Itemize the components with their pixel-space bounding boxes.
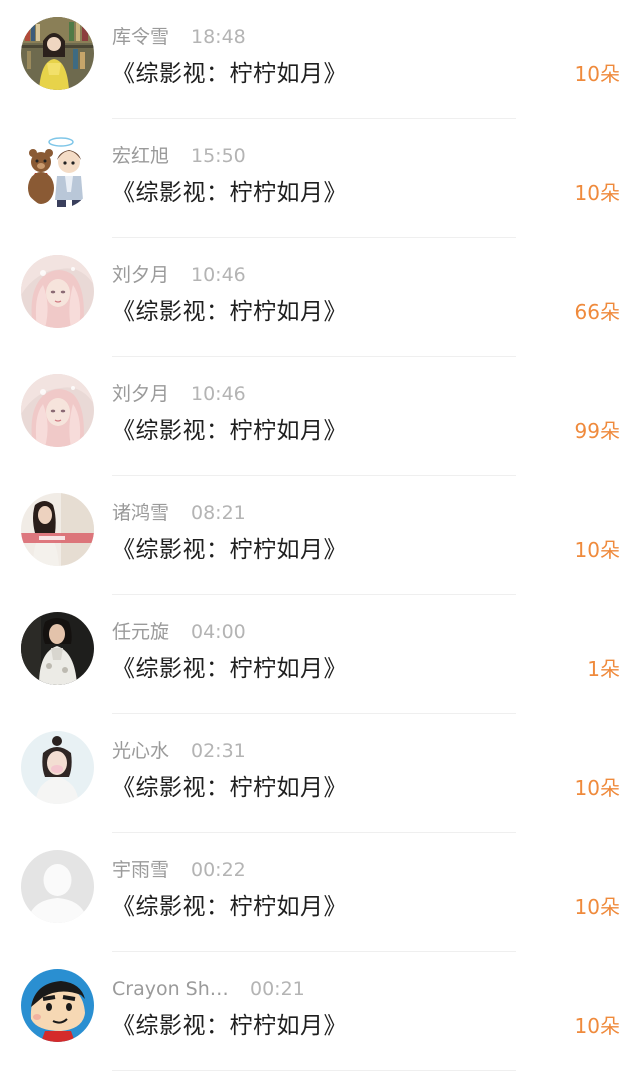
book-title: 《综影视：柠柠如月》	[112, 180, 347, 206]
user-name[interactable]: 光心水	[112, 738, 169, 764]
list-item[interactable]: 光心水 02:31 《综影视：柠柠如月》 10朵	[0, 714, 640, 833]
list-item[interactable]: 库令雪 18:48 《综影视：柠柠如月》 10朵	[0, 0, 640, 119]
gift-time: 18:48	[191, 26, 246, 48]
list-item[interactable]: 诸鸿雪 08:21 《综影视：柠柠如月》 10朵	[0, 476, 640, 595]
divider	[112, 1070, 516, 1071]
gift-time: 15:50	[191, 145, 246, 167]
gift-count: 1朵	[587, 657, 620, 681]
avatar-default-person-icon[interactable]	[21, 850, 94, 923]
avatar-cartoon-bear-couple-icon[interactable]	[21, 136, 94, 209]
book-title: 《综影视：柠柠如月》	[112, 656, 347, 682]
book-title: 《综影视：柠柠如月》	[112, 894, 347, 920]
gift-time: 10:46	[191, 383, 246, 405]
user-name[interactable]: 宇雨雪	[112, 857, 169, 883]
user-name[interactable]: 任元旋	[112, 619, 169, 645]
gift-time: 08:21	[191, 502, 246, 524]
gift-count: 10朵	[574, 895, 620, 919]
gift-time: 10:46	[191, 264, 246, 286]
avatar-pink-anime-girl-icon[interactable]	[21, 374, 94, 447]
gift-time: 02:31	[191, 740, 246, 762]
user-name[interactable]: Crayon Sh…	[112, 976, 229, 1002]
book-title: 《综影视：柠柠如月》	[112, 299, 347, 325]
book-title: 《综影视：柠柠如月》	[112, 418, 347, 444]
list-item[interactable]: 刘夕月 10:46 《综影视：柠柠如月》 99朵	[0, 357, 640, 476]
list-item[interactable]: 任元旋 04:00 《综影视：柠柠如月》 1朵	[0, 595, 640, 714]
user-name[interactable]: 库令雪	[112, 24, 169, 50]
user-name[interactable]: 刘夕月	[112, 262, 169, 288]
list-item[interactable]: 宇雨雪 00:22 《综影视：柠柠如月》 10朵	[0, 833, 640, 952]
user-name[interactable]: 宏红旭	[112, 143, 169, 169]
book-title: 《综影视：柠柠如月》	[112, 61, 347, 87]
avatar-photo-girl-light-icon[interactable]	[21, 731, 94, 804]
gift-count: 99朵	[574, 419, 620, 443]
avatar-photo-girl-icon[interactable]	[21, 493, 94, 566]
avatar-crayon-shinchan-icon[interactable]	[21, 969, 94, 1042]
gift-count: 66朵	[574, 300, 620, 324]
list-item[interactable]: 宏红旭 15:50 《综影视：柠柠如月》 10朵	[0, 119, 640, 238]
avatar-photo-bookshelf-icon[interactable]	[21, 17, 94, 90]
avatar-photo-woman-dark-icon[interactable]	[21, 612, 94, 685]
avatar-pink-anime-girl-icon[interactable]	[21, 255, 94, 328]
gift-record-list: 库令雪 18:48 《综影视：柠柠如月》 10朵 宏红旭 15:50 《综影视：…	[0, 0, 640, 1071]
gift-count: 10朵	[574, 62, 620, 86]
list-item[interactable]: Crayon Sh… 00:21 《综影视：柠柠如月》 10朵	[0, 952, 640, 1071]
gift-time: 00:22	[191, 859, 246, 881]
gift-time: 00:21	[250, 978, 305, 1000]
gift-count: 10朵	[574, 1014, 620, 1038]
user-name[interactable]: 诸鸿雪	[112, 500, 169, 526]
gift-count: 10朵	[574, 776, 620, 800]
book-title: 《综影视：柠柠如月》	[112, 775, 347, 801]
user-name[interactable]: 刘夕月	[112, 381, 169, 407]
gift-count: 10朵	[574, 181, 620, 205]
book-title: 《综影视：柠柠如月》	[112, 1013, 347, 1039]
gift-count: 10朵	[574, 538, 620, 562]
gift-time: 04:00	[191, 621, 246, 643]
list-item[interactable]: 刘夕月 10:46 《综影视：柠柠如月》 66朵	[0, 238, 640, 357]
book-title: 《综影视：柠柠如月》	[112, 537, 347, 563]
